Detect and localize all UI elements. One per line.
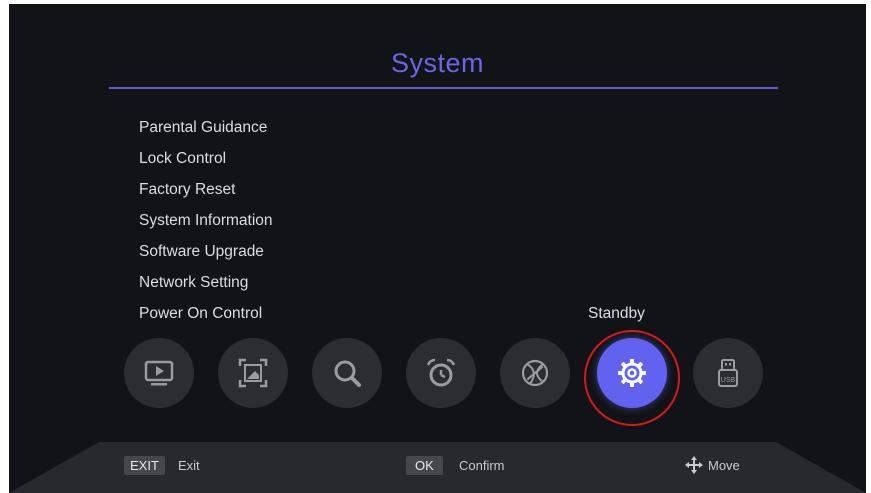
confirm-hint-label: Confirm	[459, 458, 505, 473]
ok-key-badge[interactable]: OK	[406, 456, 443, 475]
page-title: System	[390, 48, 485, 78]
footer-hint-bar: EXIT Exit OK Confirm Move	[9, 442, 866, 493]
menu-item-label: Software Upgrade	[139, 243, 264, 260]
network-category-button[interactable]	[500, 338, 570, 408]
menu-item-lock-control[interactable]: Lock Control	[139, 143, 679, 174]
menu-item-label: System Information	[139, 212, 273, 229]
menu-item-label: Network Setting	[139, 274, 249, 291]
usb-icon-label: USB	[721, 377, 736, 384]
move-hint-label: Move	[708, 458, 740, 473]
menu-item-label: Power On Control	[139, 305, 263, 322]
timer-category-button[interactable]	[406, 338, 476, 408]
exit-key-badge[interactable]: EXIT	[124, 456, 165, 475]
search-category-button[interactable]	[312, 338, 382, 408]
system-category-button[interactable]	[597, 338, 667, 408]
alarm-clock-icon	[426, 358, 456, 387]
title-divider	[109, 87, 778, 89]
tv-screen: System Parental Guidance Lock Control Fa…	[9, 4, 866, 493]
system-menu: Parental Guidance Lock Control Factory R…	[139, 112, 679, 329]
menu-item-factory-reset[interactable]: Factory Reset	[139, 174, 679, 205]
power-on-control-value: Standby	[588, 305, 645, 322]
menu-item-power-on-control[interactable]: Power On Control Standby	[139, 298, 679, 329]
menu-item-network-setting[interactable]: Network Setting	[139, 267, 679, 298]
picture-category-button[interactable]	[218, 338, 288, 408]
category-icon-bar: USB	[9, 338, 866, 418]
menu-item-software-upgrade[interactable]: Software Upgrade	[139, 236, 679, 267]
usb-category-button[interactable]: USB	[693, 338, 763, 408]
usb-icon: USB	[718, 359, 738, 387]
globe-icon	[521, 359, 549, 387]
menu-item-label: Parental Guidance	[139, 119, 268, 136]
menu-item-label: Lock Control	[139, 150, 227, 167]
tv-icon	[144, 360, 174, 386]
tv-category-button[interactable]	[124, 338, 194, 408]
menu-item-parental-guidance[interactable]: Parental Guidance	[139, 112, 679, 143]
search-icon	[334, 360, 361, 387]
exit-hint-label: Exit	[178, 458, 200, 473]
menu-item-label: Factory Reset	[139, 181, 236, 198]
picture-icon	[238, 358, 268, 388]
move-arrows-icon	[685, 456, 703, 474]
gear-icon	[618, 359, 646, 387]
menu-item-system-information[interactable]: System Information	[139, 205, 679, 236]
